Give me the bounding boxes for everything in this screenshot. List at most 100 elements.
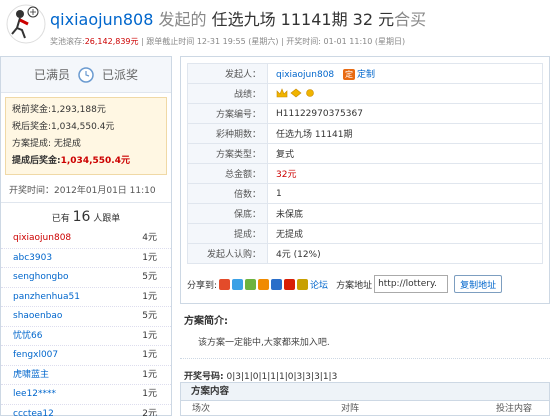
follower-name-link[interactable]: senghongbo: [13, 268, 69, 287]
followers-post: 人跟单: [93, 214, 121, 224]
winning-numbers-row: 开奖号码: 0|3|1|0|1|1|1|0|3|3|3|1|3: [180, 369, 550, 382]
follower-amount: 1元: [142, 350, 157, 360]
follower-name-link[interactable]: fengxl007: [13, 346, 58, 365]
follower-name-link[interactable]: 忧忧66: [13, 327, 42, 346]
follower-row: fengxl007 1元: [1, 346, 171, 366]
info-value: 任选九场 11141期: [267, 123, 543, 144]
info-value: [267, 83, 543, 104]
page-title: qixiaojun808 发起的 任选九场 11141期 32 元合买: [50, 6, 426, 30]
follower-name-link[interactable]: lee12****: [13, 385, 56, 404]
info-row: 彩种期数： 任选九场 11141期: [187, 123, 543, 144]
follower-name-link[interactable]: qixiaojun808: [13, 229, 71, 248]
info-label: 保底：: [187, 203, 268, 224]
final-prize-label: 提成后奖金:: [12, 156, 61, 166]
soccer-player-logo-icon: [6, 4, 46, 44]
follower-amount: 1元: [142, 291, 157, 302]
header-subline: 奖池滚存:26,142,839元 | 跟单截止时间 12-31 19:55 (星…: [50, 36, 405, 47]
follower-row: senghongbo 5元: [1, 268, 171, 288]
divider: [180, 358, 550, 359]
follower-row: qixiaojun808 4元: [1, 229, 171, 249]
follower-name-link[interactable]: 虎啸蓝主: [13, 366, 49, 385]
info-label: 提成：: [187, 223, 268, 244]
follower-amount: 1元: [142, 330, 157, 341]
share-label: 分享到:: [187, 280, 218, 291]
initiator-link[interactable]: qixiaojun808: [50, 10, 153, 29]
open-time: 开奖时间：2012年01月01日 11:10: [1, 179, 171, 203]
follower-name-link[interactable]: ccctea12: [13, 405, 54, 416]
prize-box: 税前奖金:1,293,188元 税后奖金:1,034,550.4元 方案提成: …: [5, 97, 167, 175]
share-tqq-icon[interactable]: [284, 278, 296, 290]
info-row: 保底： 未保底: [187, 203, 543, 224]
share-renren-icon[interactable]: [245, 278, 257, 290]
info-label: 总金额：: [187, 163, 268, 184]
winning-numbers: 0|3|1|0|1|1|1|0|3|3|3|1|3: [226, 372, 338, 382]
follower-row: 忧忧66 1元: [1, 327, 171, 346]
plan-content-panel: 方案内容 场次 对阵 投注内容: [180, 382, 550, 416]
status-row: 已满员 已派奖: [1, 57, 171, 93]
follower-row: ccctea12 2元: [1, 405, 171, 416]
status-paid: 已派奖: [102, 68, 139, 82]
info-value: qixiaojun808 定定制: [267, 63, 543, 84]
final-prize: 提成后奖金:1,034,550.4元: [12, 153, 160, 170]
info-row: 方案编号： H11122970375367: [187, 103, 543, 124]
game-name: 任选九场 11141期: [211, 10, 348, 29]
info-row: 提成： 无提成: [187, 223, 543, 244]
info-value: 1: [267, 183, 543, 204]
share-row: 分享到: 论坛 方案地址 复制地址: [187, 272, 543, 296]
info-label: 彩种期数：: [187, 123, 268, 144]
commission: 方案提成: 无提成: [12, 139, 81, 149]
column-versus: 对阵: [340, 404, 359, 414]
followers-header: 已有 16 人跟单: [1, 203, 171, 229]
share-qq-icon[interactable]: [232, 278, 244, 290]
follower-name-link[interactable]: panzhenhua51: [13, 288, 80, 307]
followers-list: qixiaojun808 4元 abc3903 1元 senghongbo 5元 panzh…: [1, 229, 171, 416]
plan-type: 合买: [394, 10, 427, 29]
info-row: 战绩：: [187, 83, 543, 104]
info-label: 方案类型：: [187, 143, 268, 164]
info-row: 发起人： qixiaojun808 定定制: [187, 63, 543, 84]
custom-link[interactable]: 定制: [357, 70, 375, 80]
follower-name-link[interactable]: shaoenbao: [13, 307, 62, 326]
final-prize-value: 1,034,550.4元: [60, 156, 130, 166]
custom-tag-icon[interactable]: 定: [343, 69, 356, 80]
follower-amount: 1元: [142, 369, 157, 380]
plan-content-columns: 场次 对阵 投注内容: [181, 401, 549, 416]
plan-address-label: 方案地址: [336, 280, 373, 291]
follower-row: panzhenhua51 1元: [1, 288, 171, 307]
plan-content-title: 方案内容: [181, 383, 549, 401]
follower-amount: 4元: [142, 233, 157, 243]
initiator-value-link[interactable]: qixiaojun808: [276, 70, 334, 80]
share-sina-icon[interactable]: [219, 278, 231, 290]
follower-row: 虎啸蓝主 1元: [1, 366, 171, 385]
info-value: 未保底: [267, 203, 543, 224]
share-forum-link[interactable]: 论坛: [310, 278, 328, 291]
pretax-prize: 税前奖金:1,293,188元: [12, 105, 106, 115]
jackpot-value: 26,142,839元: [84, 37, 139, 46]
intro-title: 方案简介:: [184, 316, 228, 327]
crown-icon: [276, 88, 288, 98]
followers-count: 16: [72, 209, 91, 225]
info-value: H11122970375367: [267, 103, 543, 124]
column-match: 场次: [191, 404, 210, 414]
share-star-icon[interactable]: [297, 278, 309, 290]
info-row: 方案类型： 复式: [187, 143, 543, 164]
intro-text: 该方案一定能中,大家都来加入吧.: [198, 338, 330, 348]
info-value: 4元 (12%): [267, 243, 543, 264]
info-row: 总金额： 32元: [187, 163, 543, 184]
follower-amount: 1元: [142, 389, 157, 399]
share-kaixin-icon[interactable]: [258, 278, 270, 290]
clock-icon: [78, 66, 94, 83]
copy-address-button[interactable]: 复制地址: [454, 275, 503, 293]
follower-row: abc3903 1元: [1, 249, 171, 268]
jackpot-label: 奖池滚存:: [50, 37, 85, 46]
plan-amount: 32 元: [352, 10, 395, 29]
page-header: qixiaojun808 发起的 任选九场 11141期 32 元合买 奖池滚存…: [0, 0, 550, 56]
left-panel: 已满员 已派奖 税前奖金:1,293,188元 税后奖金:1,034,550.4…: [0, 56, 172, 416]
follower-amount: 5元: [142, 311, 157, 321]
info-value: 复式: [267, 143, 543, 164]
follower-amount: 5元: [142, 272, 157, 282]
info-label: 倍数：: [187, 183, 268, 204]
share-douban-icon[interactable]: [271, 278, 283, 290]
plan-address-input[interactable]: [374, 275, 449, 293]
follower-name-link[interactable]: abc3903: [13, 249, 52, 268]
